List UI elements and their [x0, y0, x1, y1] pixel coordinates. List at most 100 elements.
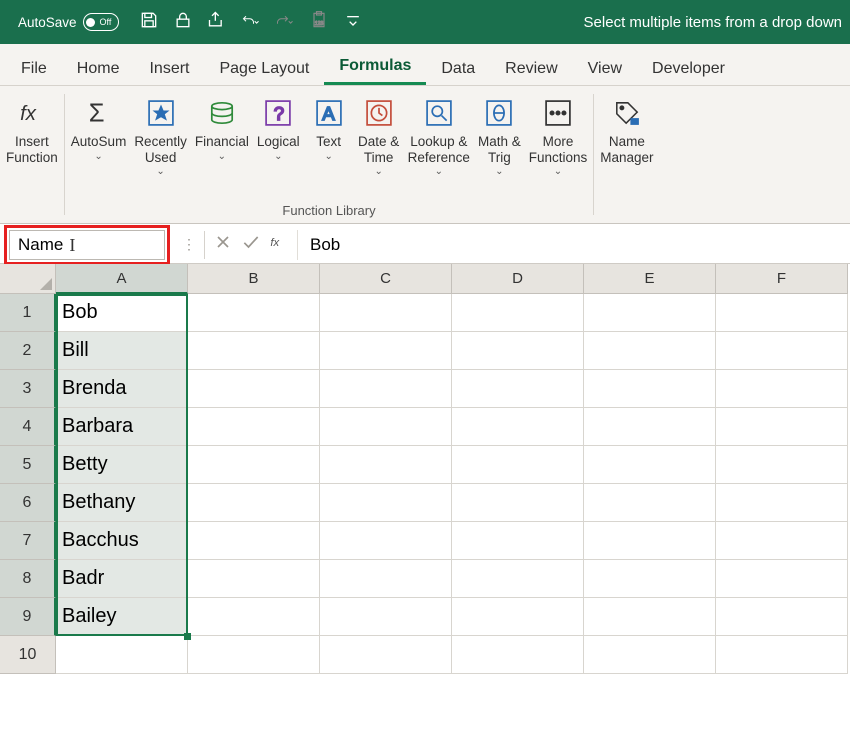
- tab-formulas[interactable]: Formulas: [324, 49, 426, 85]
- cell-F10[interactable]: [716, 636, 848, 674]
- cell-B7[interactable]: [188, 522, 320, 560]
- row-header-5[interactable]: 5: [0, 446, 56, 484]
- cell-D2[interactable]: [452, 332, 584, 370]
- cell-F2[interactable]: [716, 332, 848, 370]
- math-trig-button[interactable]: Math & Trig⌄: [474, 90, 525, 180]
- cell-B1[interactable]: [188, 294, 320, 332]
- cell-A4[interactable]: Barbara: [56, 408, 188, 446]
- autosave-control[interactable]: AutoSave Off: [18, 13, 119, 31]
- tab-data[interactable]: Data: [426, 52, 490, 85]
- tab-developer[interactable]: Developer: [637, 52, 740, 85]
- cell-B10[interactable]: [188, 636, 320, 674]
- tab-page-layout[interactable]: Page Layout: [204, 52, 324, 85]
- insert-function-button[interactable]: fx Insert Function: [2, 90, 62, 167]
- cell-B3[interactable]: [188, 370, 320, 408]
- tab-home[interactable]: Home: [62, 52, 135, 85]
- cell-F6[interactable]: [716, 484, 848, 522]
- cell-C1[interactable]: [320, 294, 452, 332]
- cell-C9[interactable]: [320, 598, 452, 636]
- cell-B9[interactable]: [188, 598, 320, 636]
- cell-F7[interactable]: [716, 522, 848, 560]
- column-header-A[interactable]: A: [56, 264, 188, 294]
- cancel-icon[interactable]: [213, 232, 233, 257]
- cell-C3[interactable]: [320, 370, 452, 408]
- cell-D4[interactable]: [452, 408, 584, 446]
- cell-B2[interactable]: [188, 332, 320, 370]
- cell-E1[interactable]: [584, 294, 716, 332]
- cell-A9[interactable]: Bailey: [56, 598, 188, 636]
- cell-A8[interactable]: Badr: [56, 560, 188, 598]
- select-all-corner[interactable]: [0, 264, 56, 294]
- share-icon[interactable]: [207, 10, 227, 35]
- tab-insert[interactable]: Insert: [134, 52, 204, 85]
- cell-C7[interactable]: [320, 522, 452, 560]
- column-header-B[interactable]: B: [188, 264, 320, 294]
- autosave-toggle[interactable]: Off: [83, 13, 119, 31]
- cell-F3[interactable]: [716, 370, 848, 408]
- cell-E2[interactable]: [584, 332, 716, 370]
- financial-button[interactable]: Financial⌄: [191, 90, 253, 164]
- cell-E10[interactable]: [584, 636, 716, 674]
- cell-D8[interactable]: [452, 560, 584, 598]
- autosum-button[interactable]: ΣAutoSum⌄: [67, 90, 131, 164]
- row-header-2[interactable]: 2: [0, 332, 56, 370]
- cell-F1[interactable]: [716, 294, 848, 332]
- namebox-dropdown-icon[interactable]: ⋮: [182, 236, 196, 253]
- row-header-4[interactable]: 4: [0, 408, 56, 446]
- cell-A10[interactable]: [56, 636, 188, 674]
- name-manager-button[interactable]: Name Manager: [596, 90, 657, 167]
- cell-D7[interactable]: [452, 522, 584, 560]
- lookup-reference-button[interactable]: Lookup & Reference⌄: [404, 90, 474, 180]
- column-header-F[interactable]: F: [716, 264, 848, 294]
- cell-A6[interactable]: Bethany: [56, 484, 188, 522]
- cell-D9[interactable]: [452, 598, 584, 636]
- lock-icon[interactable]: [173, 10, 193, 35]
- row-header-1[interactable]: 1: [0, 294, 56, 332]
- cell-C5[interactable]: [320, 446, 452, 484]
- cell-F5[interactable]: [716, 446, 848, 484]
- logical-button[interactable]: ?Logical⌄: [253, 90, 304, 164]
- clipboard-icon[interactable]: 123: [309, 10, 329, 35]
- cell-A5[interactable]: Betty: [56, 446, 188, 484]
- cell-A7[interactable]: Bacchus: [56, 522, 188, 560]
- row-header-7[interactable]: 7: [0, 522, 56, 560]
- cell-D3[interactable]: [452, 370, 584, 408]
- cell-A2[interactable]: Bill: [56, 332, 188, 370]
- cell-B8[interactable]: [188, 560, 320, 598]
- cell-C8[interactable]: [320, 560, 452, 598]
- column-header-C[interactable]: C: [320, 264, 452, 294]
- redo-dropdown[interactable]: [275, 10, 295, 35]
- cell-B6[interactable]: [188, 484, 320, 522]
- cell-F4[interactable]: [716, 408, 848, 446]
- more-functions-button[interactable]: More Functions⌄: [525, 90, 592, 180]
- cell-C6[interactable]: [320, 484, 452, 522]
- cell-A1[interactable]: Bob: [56, 294, 188, 332]
- cell-E8[interactable]: [584, 560, 716, 598]
- cell-C4[interactable]: [320, 408, 452, 446]
- recently-used-button[interactable]: Recently Used⌄: [130, 90, 191, 180]
- formula-input[interactable]: Bob: [297, 230, 850, 260]
- column-header-D[interactable]: D: [452, 264, 584, 294]
- row-header-10[interactable]: 10: [0, 636, 56, 674]
- cell-E9[interactable]: [584, 598, 716, 636]
- cell-E5[interactable]: [584, 446, 716, 484]
- cell-D1[interactable]: [452, 294, 584, 332]
- qat-customize-icon[interactable]: [343, 10, 363, 35]
- cell-E4[interactable]: [584, 408, 716, 446]
- tab-file[interactable]: File: [6, 52, 62, 85]
- enter-icon[interactable]: [241, 232, 261, 257]
- cell-E7[interactable]: [584, 522, 716, 560]
- cell-B5[interactable]: [188, 446, 320, 484]
- cell-D5[interactable]: [452, 446, 584, 484]
- row-header-3[interactable]: 3: [0, 370, 56, 408]
- save-icon[interactable]: [139, 10, 159, 35]
- row-header-6[interactable]: 6: [0, 484, 56, 522]
- cell-F8[interactable]: [716, 560, 848, 598]
- cell-B4[interactable]: [188, 408, 320, 446]
- row-header-9[interactable]: 9: [0, 598, 56, 636]
- fx-icon[interactable]: fx: [269, 232, 289, 257]
- cell-E3[interactable]: [584, 370, 716, 408]
- text-button[interactable]: AText⌄: [304, 90, 354, 164]
- cell-E6[interactable]: [584, 484, 716, 522]
- cell-C2[interactable]: [320, 332, 452, 370]
